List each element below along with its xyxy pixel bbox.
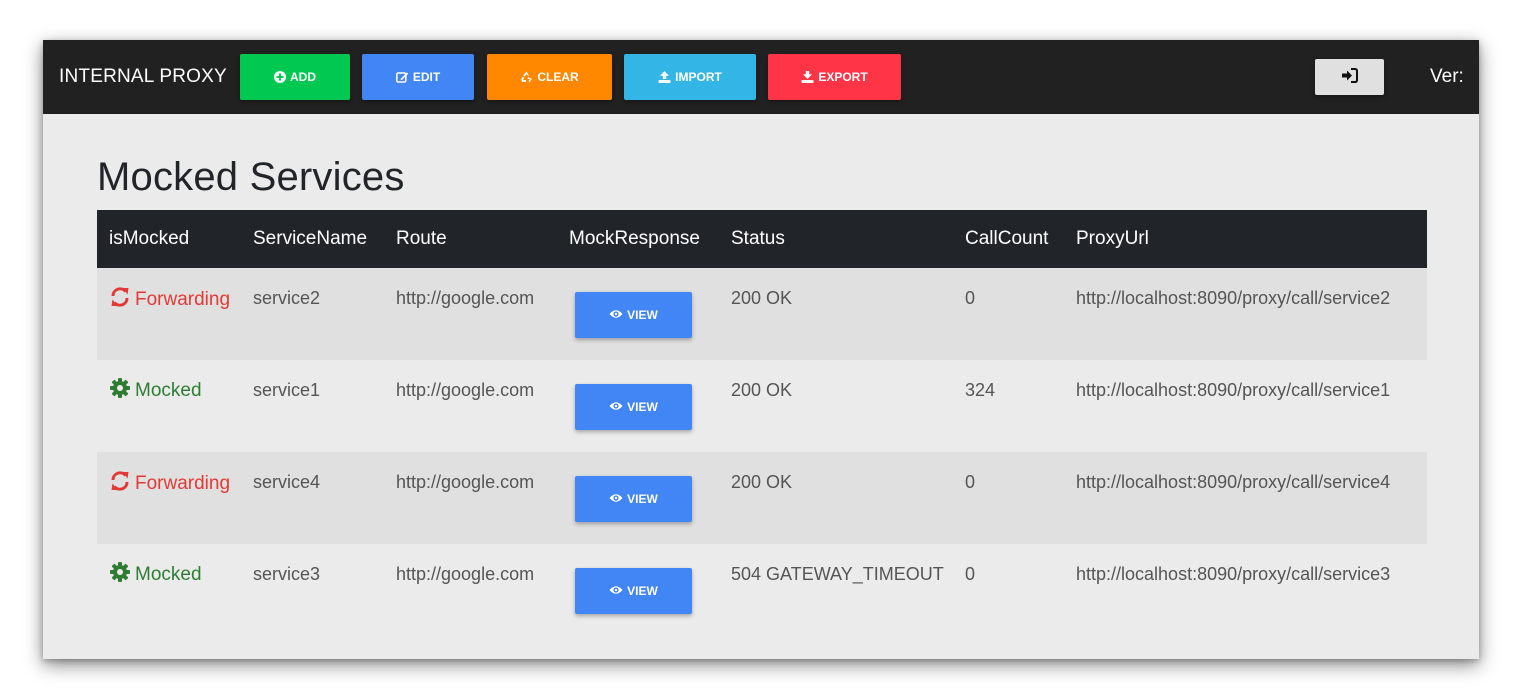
status-cell: 200 OK <box>731 288 793 308</box>
column-header: CallCount <box>965 228 1049 249</box>
import-button[interactable]: IMPORT <box>624 54 756 100</box>
service-name-cell: service4 <box>253 472 321 492</box>
refresh-icon <box>109 285 131 315</box>
app-window: INTERNAL PROXY ADD EDIT CLEAR IMPORT EXP… <box>43 40 1479 659</box>
version-label: Ver: <box>1430 66 1464 87</box>
route-cell: http://google.com <box>396 564 535 584</box>
call-count-cell: 0 <box>965 564 976 584</box>
download-icon <box>801 71 814 83</box>
mock-response-cell: VIEW <box>557 268 719 360</box>
services-table: isMocked ServiceName Route MockResponse … <box>97 210 1427 636</box>
is-mocked-cell: Forwarding <box>97 452 241 544</box>
eye-icon <box>609 584 623 598</box>
route-cell: http://google.com <box>396 288 535 308</box>
clear-button[interactable]: CLEAR <box>487 54 612 100</box>
view-button[interactable]: VIEW <box>575 292 692 338</box>
state-label: Forwarding <box>135 473 231 494</box>
proxy-url-cell: http://localhost:8090/proxy/call/service… <box>1076 472 1391 492</box>
proxy-url-cell: http://localhost:8090/proxy/call/service… <box>1076 288 1391 308</box>
column-header: ProxyUrl <box>1076 228 1149 249</box>
route-cell: http://google.com <box>396 472 535 492</box>
clear-button-label: CLEAR <box>537 70 579 84</box>
status-cell: 200 OK <box>731 472 793 492</box>
is-mocked-cell: Forwarding <box>97 268 241 360</box>
table-header-row: isMocked ServiceName Route MockResponse … <box>97 210 1427 268</box>
export-button-label: EXPORT <box>818 70 868 84</box>
state-label: Forwarding <box>135 289 231 310</box>
route-cell: http://google.com <box>396 380 535 400</box>
view-button-label: VIEW <box>627 584 658 598</box>
state-label: Mocked <box>135 564 202 585</box>
view-button-label: VIEW <box>627 492 658 506</box>
service-name-cell: service3 <box>253 564 321 584</box>
mocked-status[interactable]: Mocked <box>109 561 241 589</box>
eye-icon <box>609 308 623 322</box>
proxy-url-cell: http://localhost:8090/proxy/call/service… <box>1076 380 1391 400</box>
is-mocked-cell: Mocked <box>97 544 241 636</box>
status-cell: 504 GATEWAY_TIMEOUT <box>731 564 944 584</box>
column-header: ServiceName <box>253 228 368 249</box>
column-header: MockResponse <box>569 228 700 249</box>
refresh-icon <box>109 469 131 499</box>
forwarding-status[interactable]: Forwarding <box>109 285 241 315</box>
brand-title: INTERNAL PROXY <box>59 66 227 87</box>
service-name-cell: service1 <box>253 380 321 400</box>
mock-response-cell: VIEW <box>557 544 719 636</box>
eye-icon <box>609 400 623 414</box>
status-cell: 200 OK <box>731 380 793 400</box>
column-header: Status <box>731 228 785 249</box>
plus-circle-icon <box>274 71 286 83</box>
add-button-label: ADD <box>290 70 316 84</box>
state-label: Mocked <box>135 380 202 401</box>
page-title: Mocked Services <box>97 155 405 199</box>
call-count-cell: 324 <box>965 380 996 400</box>
call-count-cell: 0 <box>965 288 976 308</box>
proxy-url-cell: http://localhost:8090/proxy/call/service… <box>1076 564 1391 584</box>
edit-button-label: EDIT <box>412 70 441 84</box>
import-button-label: IMPORT <box>675 70 722 84</box>
gear-icon <box>109 377 131 405</box>
view-button[interactable]: VIEW <box>575 476 692 522</box>
table-row: Forwarding service2 http://google.com VI… <box>97 268 1427 360</box>
mocked-status[interactable]: Mocked <box>109 377 241 405</box>
table-row: Mocked service1 http://google.com VIEW 2… <box>97 360 1427 452</box>
view-button-label: VIEW <box>627 400 658 414</box>
edit-icon <box>395 71 409 83</box>
column-header: Route <box>396 228 447 249</box>
mock-response-cell: VIEW <box>557 360 719 452</box>
table-row: Forwarding service4 http://google.com VI… <box>97 452 1427 544</box>
navbar: INTERNAL PROXY ADD EDIT CLEAR IMPORT EXP… <box>43 40 1479 114</box>
service-name-cell: service2 <box>253 288 321 308</box>
sign-in-icon <box>1341 68 1358 86</box>
is-mocked-cell: Mocked <box>97 360 241 452</box>
call-count-cell: 0 <box>965 472 976 492</box>
edit-button[interactable]: EDIT <box>362 54 474 100</box>
view-button[interactable]: VIEW <box>575 384 692 430</box>
upload-icon <box>658 71 671 83</box>
view-button-label: VIEW <box>627 308 658 322</box>
export-button[interactable]: EXPORT <box>768 54 901 100</box>
add-button[interactable]: ADD <box>240 54 350 100</box>
gear-icon <box>109 561 131 589</box>
view-button[interactable]: VIEW <box>575 568 692 614</box>
forwarding-status[interactable]: Forwarding <box>109 469 241 499</box>
mock-response-cell: VIEW <box>557 452 719 544</box>
login-button[interactable] <box>1315 59 1384 95</box>
eye-icon <box>609 492 623 506</box>
recycle-icon <box>520 71 533 83</box>
column-header: isMocked <box>109 228 190 249</box>
table-row: Mocked service3 http://google.com VIEW 5… <box>97 544 1427 636</box>
